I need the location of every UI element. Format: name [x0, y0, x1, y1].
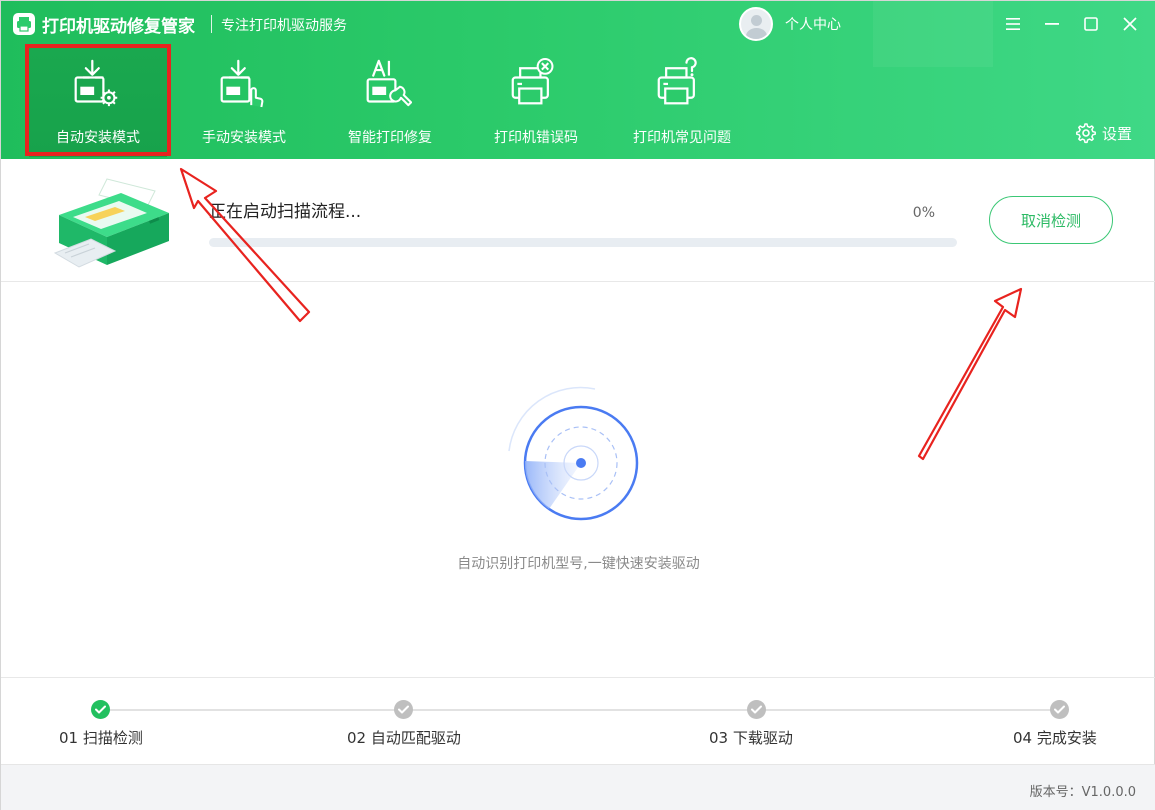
user-center-button[interactable]: 个人中心: [739, 7, 841, 41]
scan-status-text: 正在启动扫描流程...: [209, 202, 362, 222]
app-window: 打印机驱动修复管家 专注打印机驱动服务 个人中心 自动安装模式 手动安装模式 智…: [0, 0, 1155, 810]
step-1-check-icon: [91, 700, 110, 719]
version-label: 版本号：V1.0.0.0: [1029, 785, 1136, 800]
progress-steps: 01 扫描检测 02 自动匹配驱动 03 下载驱动 04 完成安装: [1, 677, 1155, 763]
title-separator: [211, 15, 212, 33]
maximize-icon[interactable]: [1080, 13, 1102, 35]
close-icon[interactable]: [1119, 13, 1141, 35]
auto-install-icon: [74, 59, 118, 107]
manual-install-icon: [220, 59, 264, 108]
step-2-label: 02 自动匹配驱动: [347, 729, 461, 747]
tab-manual-install[interactable]: 手动安装模式: [175, 47, 313, 157]
ai-repair-icon: [366, 59, 412, 107]
menu-icon[interactable]: [1002, 13, 1024, 35]
step-4-check-icon: [1050, 700, 1069, 719]
tab-auto-install-label: 自动安装模式: [56, 130, 140, 146]
footer: 版本号：V1.0.0.0: [1, 764, 1155, 810]
radar-scan-icon: [508, 386, 639, 521]
settings-button[interactable]: 设置: [1074, 122, 1132, 144]
progress-percent: 0%: [912, 205, 935, 221]
scan-status-panel: 正在启动扫描流程... 0% 取消检测: [1, 159, 1155, 282]
tab-printer-error-code[interactable]: 打印机错误码: [467, 47, 605, 157]
app-title: 打印机驱动修复管家: [42, 17, 195, 37]
minimize-icon[interactable]: [1041, 13, 1063, 35]
avatar: [739, 7, 773, 41]
step-3-label: 03 下载驱动: [709, 729, 793, 747]
header: 打印机驱动修复管家 专注打印机驱动服务 个人中心 自动安装模式 手动安装模式 智…: [1, 1, 1155, 159]
step-2-check-icon: [394, 700, 413, 719]
tab-printer-faq[interactable]: 打印机常见问题: [613, 47, 751, 157]
tab-ai-repair[interactable]: 智能打印修复: [321, 47, 459, 157]
tab-printer-error-code-label: 打印机错误码: [494, 130, 578, 146]
scan-caption: 自动识别打印机型号,一键快速安装驱动: [457, 556, 700, 572]
tab-printer-faq-label: 打印机常见问题: [633, 130, 731, 146]
annotation-arrow-right: [917, 287, 1023, 461]
step-4-label: 04 完成安装: [1013, 729, 1097, 747]
printer-error-icon: [511, 57, 554, 105]
step-3-check-icon: [747, 700, 766, 719]
progress-bar: [209, 238, 957, 247]
printer-faq-icon: [657, 57, 697, 105]
app-logo-icon: [13, 13, 35, 35]
tab-ai-repair-label: 智能打印修复: [348, 130, 432, 146]
printer-illustration-icon: [53, 178, 169, 268]
steps-connector-line: [100, 709, 1060, 711]
tab-auto-install[interactable]: 自动安装模式: [29, 47, 167, 157]
tab-manual-install-label: 手动安装模式: [202, 130, 286, 146]
step-1-label: 01 扫描检测: [59, 729, 143, 747]
title-bar: 打印机驱动修复管家 专注打印机驱动服务 个人中心: [1, 1, 1155, 67]
cancel-detection-button[interactable]: 取消检测: [989, 196, 1113, 244]
app-subtitle: 专注打印机驱动服务: [221, 18, 347, 34]
settings-label: 设置: [1102, 124, 1133, 143]
gear-icon: [1076, 123, 1096, 144]
user-center-label: 个人中心: [785, 17, 841, 33]
header-faded-area: [873, 1, 993, 67]
